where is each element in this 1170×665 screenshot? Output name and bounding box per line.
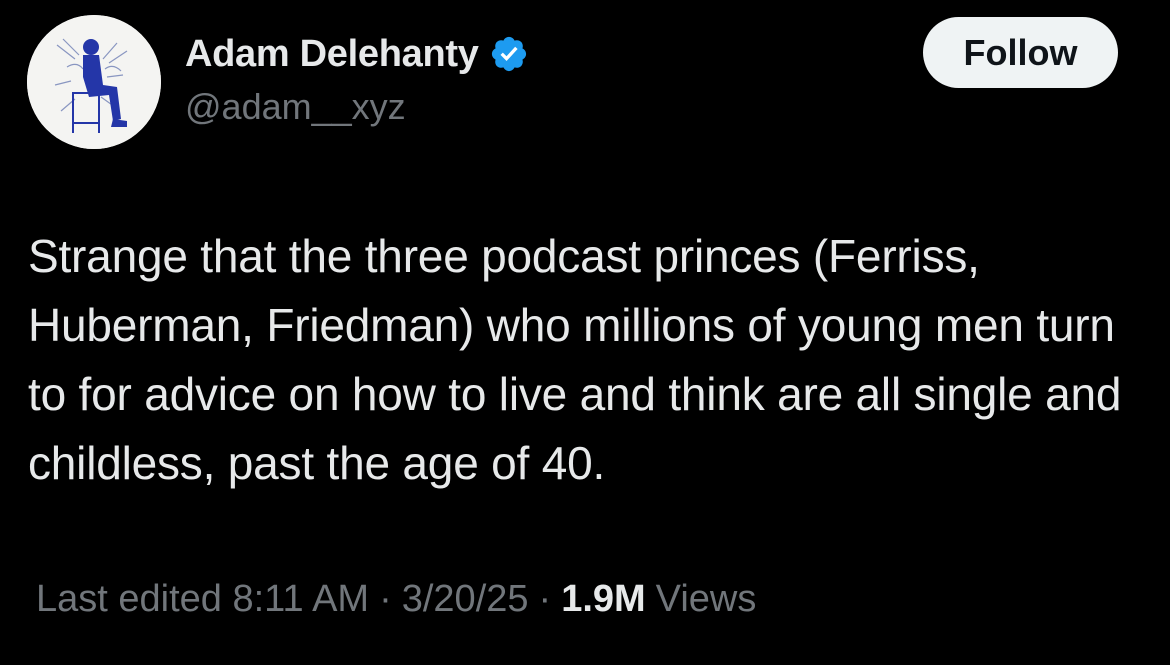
author-name-row: Adam Delehanty <box>185 30 529 78</box>
tweet-card: Adam Delehanty @adam__xyz Follow Strange… <box>0 0 1170 665</box>
display-name[interactable]: Adam Delehanty <box>185 33 479 76</box>
avatar-illustration-icon <box>27 15 161 149</box>
meta-separator: · <box>538 578 552 620</box>
meta-separator: · <box>379 578 392 620</box>
verified-badge-icon[interactable] <box>489 34 529 74</box>
views-count[interactable]: 1.9M <box>561 578 645 621</box>
views-label: Views <box>655 578 757 620</box>
avatar[interactable] <box>27 15 161 149</box>
tweet-meta: Last edited 8:11 AM · 3/20/25 · 1.9M Vie… <box>36 578 756 621</box>
author-handle[interactable]: @adam__xyz <box>185 86 406 128</box>
edited-timestamp[interactable]: Last edited 8:11 AM <box>36 578 369 621</box>
follow-button[interactable]: Follow <box>923 17 1118 88</box>
tweet-text: Strange that the three podcast princes (… <box>28 230 1122 489</box>
tweet-date[interactable]: 3/20/25 <box>402 578 529 621</box>
